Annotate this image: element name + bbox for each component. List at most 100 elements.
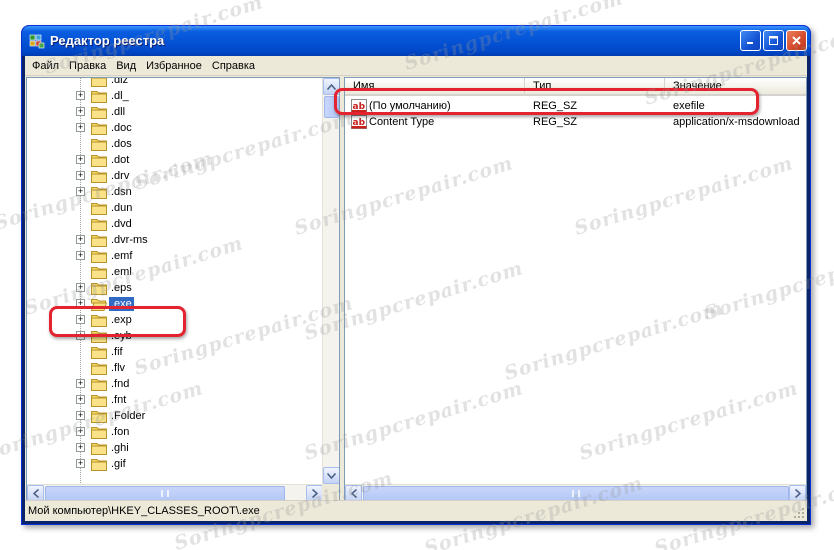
column-header-name[interactable]: Имя [345, 78, 525, 96]
arrow-up-icon [327, 83, 336, 90]
scroll-down-button[interactable] [323, 467, 339, 484]
expand-plus-icon[interactable]: + [76, 299, 85, 308]
list-horizontal-thumb[interactable] [363, 486, 789, 501]
tree-node-label: .ghi [111, 442, 129, 454]
folder-icon [91, 201, 107, 215]
expand-plus-icon[interactable]: + [76, 283, 85, 292]
tree-node[interactable]: .dvd [27, 216, 317, 232]
folder-icon [91, 441, 107, 455]
tree-node[interactable]: + .exp [27, 312, 317, 328]
expand-plus-icon[interactable]: + [76, 155, 85, 164]
tree-node-label: .fon [111, 426, 130, 438]
expand-plus-icon[interactable]: + [76, 443, 85, 452]
status-path: Мой компьютер\HKEY_CLASSES_ROOT\.exe [28, 505, 260, 517]
tree-node[interactable]: + .dvr-ms [27, 232, 317, 248]
tree-node-label: .fnt [111, 394, 127, 406]
folder-icon [91, 89, 107, 103]
expand-plus-icon[interactable]: + [76, 107, 85, 116]
folder-icon [91, 425, 107, 439]
menu-file[interactable]: Файл [27, 60, 64, 72]
column-header-value[interactable]: Значение [665, 78, 806, 96]
folder-icon [91, 329, 107, 343]
tree-node[interactable]: .dun [27, 200, 317, 216]
tree-node[interactable]: + .dsn [27, 184, 317, 200]
tree-horizontal-scrollbar[interactable] [27, 484, 323, 501]
tree-node-label: .eml [111, 266, 132, 278]
folder-icon [91, 361, 107, 375]
tree-node-label: .Folder [111, 410, 146, 422]
tree-node[interactable]: + .dot [27, 152, 317, 168]
expand-plus-icon[interactable]: + [76, 91, 85, 100]
expand-plus-icon[interactable]: + [76, 315, 85, 324]
column-header-type[interactable]: Тип [525, 78, 665, 96]
expand-plus-icon[interactable]: + [76, 379, 85, 388]
value-row-default[interactable]: ab (По умолчанию) REG_SZ exefile [345, 98, 805, 114]
tree-node-label: .dun [111, 202, 133, 214]
expand-plus-icon[interactable]: + [76, 427, 85, 436]
expand-plus-icon[interactable]: + [76, 171, 85, 180]
open-folder-icon [90, 297, 108, 311]
maximize-button[interactable] [763, 30, 784, 51]
status-bar: Мой компьютер\HKEY_CLASSES_ROOT\.exe [25, 500, 807, 521]
expand-plus-icon[interactable]: + [76, 395, 85, 404]
list-horizontal-scrollbar[interactable] [345, 484, 806, 501]
value-row-content-type[interactable]: ab Content Type REG_SZ application/x-msd… [345, 114, 805, 130]
tree-node[interactable]: .dos [27, 136, 317, 152]
scroll-up-button[interactable] [323, 78, 339, 95]
tree-node[interactable]: + .dll [27, 104, 317, 120]
string-value-icon: ab [351, 115, 367, 129]
tree-node[interactable]: .diz [27, 78, 317, 88]
tree-vertical-thumb[interactable] [324, 96, 339, 118]
menu-favorites[interactable]: Избранное [141, 60, 207, 72]
expand-plus-icon[interactable]: + [76, 251, 85, 260]
tree-node[interactable]: + .eps [27, 280, 317, 296]
tree-node[interactable]: + .fnt [27, 392, 317, 408]
tree-node[interactable]: + .drv [27, 168, 317, 184]
folder-icon [91, 169, 107, 183]
tree-node[interactable]: + .fnd [27, 376, 317, 392]
expand-plus-icon[interactable]: + [76, 235, 85, 244]
tree-node[interactable]: + .dl_ [27, 88, 317, 104]
tree-node[interactable]: + .ghi [27, 440, 317, 456]
regedit-app-icon [29, 34, 45, 49]
minimize-button[interactable] [740, 30, 761, 51]
tree-node[interactable]: + .gif [27, 456, 317, 472]
expand-plus-icon[interactable]: + [76, 123, 85, 132]
menu-edit[interactable]: Правка [64, 60, 111, 72]
close-icon [792, 36, 801, 45]
tree-node[interactable]: + .fon [27, 424, 317, 440]
menu-help[interactable]: Справка [207, 60, 260, 72]
registry-values-list[interactable]: Имя Тип Значение ab (По умолчанию) REG_S… [344, 77, 807, 502]
tree-node[interactable]: + .exe [27, 296, 317, 312]
value-name: Content Type [369, 116, 435, 128]
expand-plus-icon[interactable]: + [76, 459, 85, 468]
tree-node[interactable]: .eml [27, 264, 317, 280]
window-client-area: Файл Правка Вид Избранное Справка .diz +.… [25, 56, 807, 521]
folder-icon [91, 281, 107, 295]
folder-icon [91, 78, 107, 87]
registry-key-tree[interactable]: .diz + .dl_ + .dll + .doc .dos + .dot + .drv + .dsn .d… [26, 77, 340, 502]
tree-node[interactable]: + .emf [27, 248, 317, 264]
tree-node[interactable]: + .Folder [27, 408, 317, 424]
tree-horizontal-thumb[interactable] [45, 486, 285, 501]
value-type: REG_SZ [533, 116, 578, 128]
menu-view[interactable]: Вид [111, 60, 141, 72]
tree-node-label: .fif [111, 346, 123, 358]
tree-vertical-scrollbar[interactable] [322, 78, 339, 484]
expand-plus-icon[interactable]: + [76, 187, 85, 196]
tree-node[interactable]: + .eyb [27, 328, 317, 344]
tree-node[interactable]: .fif [27, 344, 317, 360]
folder-icon [91, 393, 107, 407]
folder-icon [91, 457, 107, 471]
tree-node[interactable]: + .doc [27, 120, 317, 136]
arrow-right-icon [311, 489, 318, 498]
expand-plus-icon[interactable]: + [76, 331, 85, 340]
title-bar[interactable]: Редактор реестра [22, 26, 810, 56]
folder-icon [91, 313, 107, 327]
tree-node-label: .eps [111, 282, 132, 294]
resize-grip-icon[interactable] [793, 507, 805, 519]
tree-node[interactable]: .flv [27, 360, 317, 376]
close-button[interactable] [786, 30, 807, 51]
list-header: Имя Тип Значение [345, 78, 806, 96]
expand-plus-icon[interactable]: + [76, 411, 85, 420]
